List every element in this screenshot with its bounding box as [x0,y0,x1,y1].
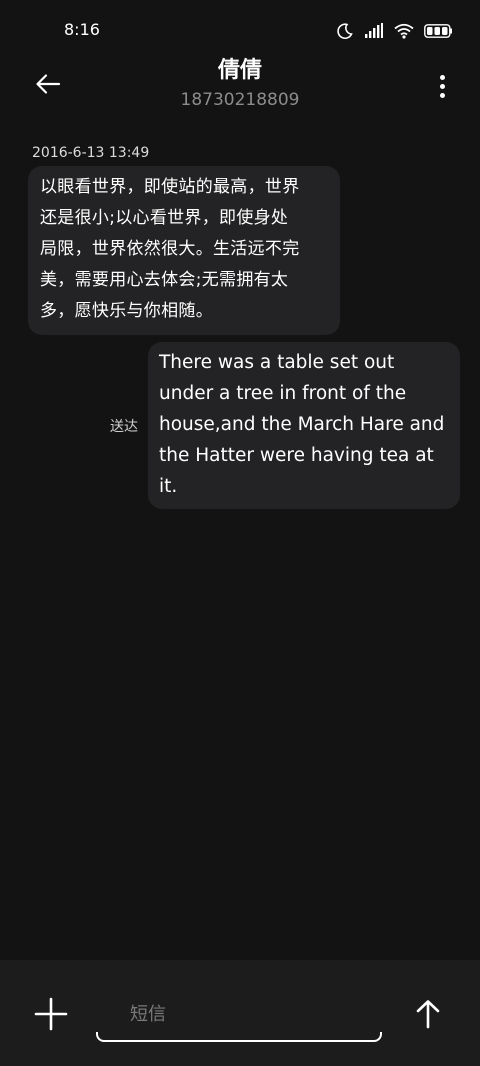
message-line: the Hatter were having tea at [159,445,434,466]
delivery-status: 送达 [110,419,138,435]
sent-message-bubble[interactable]: There was a table set out under a tree i… [148,342,460,509]
plus-icon [33,997,69,1036]
contact-number: 18730218809 [180,90,300,110]
composer-bar [0,960,480,1066]
message-line: 还是很小;以心看世界，即使身处 [40,208,289,228]
message-line: 局限，世界依然很大。生活远不完 [40,239,300,259]
more-options-button[interactable] [432,66,452,106]
message-line: under a tree in front of the [159,383,407,404]
more-vertical-icon-dot [439,74,445,80]
more-vertical-icon-dot [439,83,445,89]
status-time: 8:16 [64,20,100,39]
arrow-up-icon [412,1000,444,1034]
messaging-screen: 8:16 倩倩 18730218809 2016-6-13 13:49 以眼看世… [0,0,480,1066]
received-message-bubble[interactable]: 以眼看世界，即使站的最高，世界 还是很小;以心看世界，即使身处 局限，世界依然很… [28,166,340,335]
message-line: it. [159,476,178,497]
message-line: 以眼看世界，即使站的最高，世界 [40,177,300,197]
contact-name: 倩倩 [217,58,262,83]
contact-info: 倩倩 18730218809 [0,56,480,112]
status-icons [336,21,452,41]
input-underline [96,1032,382,1042]
message-line: 多，愿快乐与你相随。 [40,301,213,321]
send-button[interactable] [412,998,444,1030]
message-input-wrapper [96,986,382,1042]
status-bar: 8:16 [0,0,480,62]
conversation-header: 倩倩 18730218809 [0,58,480,118]
battery-icon [424,24,452,38]
message-line: 美，需要用心去体会;无需拥有太 [40,270,289,290]
signal-icon [364,23,384,39]
message-line: There was a table set out [159,352,395,373]
message-timestamp: 2016-6-13 13:49 [32,145,150,161]
message-line: house,and the March Hare and [159,414,445,435]
add-attachment-button[interactable] [33,996,69,1032]
moon-icon [336,22,354,40]
wifi-icon [394,23,414,39]
more-vertical-icon-dot [439,92,445,98]
